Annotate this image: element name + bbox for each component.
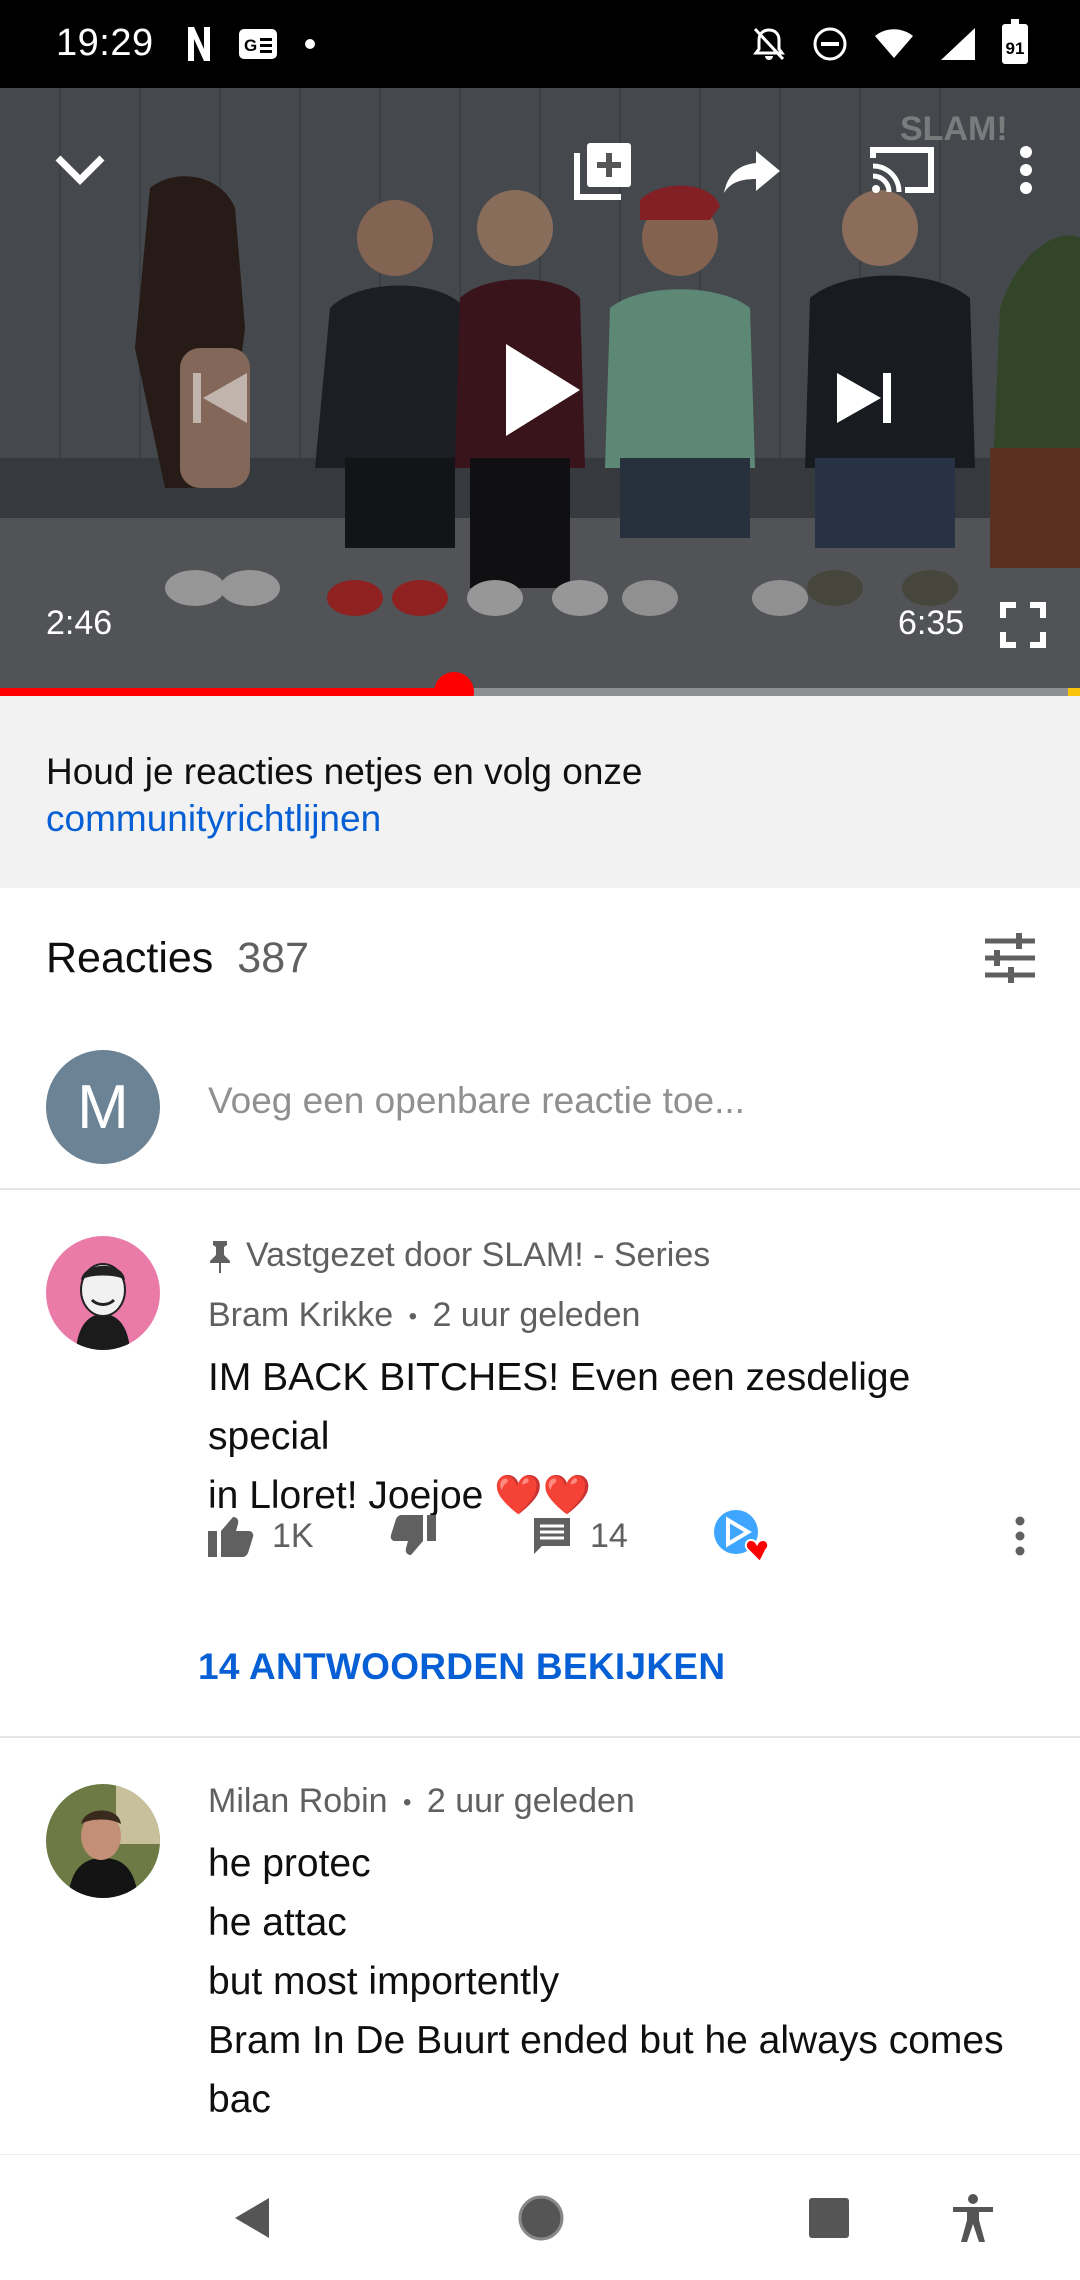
meta-separator: • [402, 1789, 412, 1817]
comments-title: Reacties [46, 933, 214, 982]
avatar[interactable] [46, 1236, 160, 1350]
progress-bar[interactable] [0, 672, 1080, 712]
comments-header: Reacties 387 [46, 930, 309, 986]
comment-line: he attac [208, 1901, 347, 1944]
next-button[interactable] [824, 358, 904, 438]
dot-icon [305, 39, 315, 49]
cast-icon [870, 147, 934, 193]
comment-thread: Vastgezet door SLAM! - Series Bram Krikk… [0, 1190, 1080, 1736]
comment-meta: Milan Robin • 2 uur geleden [208, 1782, 635, 1821]
comment-line: Bram In De Buurt ended but he always com… [208, 2019, 1004, 2062]
comment-time: 2 uur geleden [426, 1782, 635, 1820]
share-icon [724, 151, 780, 193]
more-vert-icon [1015, 1516, 1025, 1556]
bell-off-icon [753, 27, 785, 61]
previous-button[interactable] [180, 358, 260, 438]
comment-line: IM BACK BITCHES! Even een zesdelige spec… [208, 1356, 911, 1458]
community-guidelines-banner: Houd je reacties netjes en volg onze com… [0, 696, 1080, 888]
battery-icon: 91 [1002, 19, 1028, 64]
like-count: 1K [272, 1516, 314, 1555]
home-icon [518, 2195, 564, 2241]
recents-icon [809, 2198, 849, 2238]
comment-author[interactable]: Bram Krikke [208, 1296, 393, 1334]
avatar-image [46, 1784, 160, 1898]
recents-button[interactable] [796, 2185, 862, 2251]
play-icon [506, 344, 580, 436]
comment-line: bac [208, 2078, 271, 2121]
more-options-button[interactable] [1004, 132, 1048, 208]
comment-line: but most importently [208, 1960, 560, 2003]
collapse-button[interactable] [44, 134, 116, 206]
avatar: M [46, 1050, 160, 1164]
accessibility-icon [953, 2194, 993, 2242]
pinned-text: Vastgezet door SLAM! - Series [246, 1236, 711, 1274]
guidelines-text: Houd je reacties netjes en volg onze [46, 751, 643, 792]
guidelines-link[interactable]: communityrichtlijnen [46, 795, 1034, 842]
pin-icon [210, 1240, 230, 1273]
comment-thread: Milan Robin • 2 uur geleden he protec he… [0, 1738, 1080, 2152]
svg-text:G: G [244, 36, 257, 55]
reply-button[interactable]: 14 [532, 1506, 628, 1566]
video-player[interactable]: SLAM! 2:46 6:35 [0, 88, 1080, 696]
add-to-playlist-button[interactable] [566, 132, 642, 208]
progress-marker [1068, 688, 1080, 696]
comment-time: 2 uur geleden [432, 1296, 641, 1334]
comment-actions: 1K 14 [208, 1506, 1038, 1566]
tune-icon [985, 933, 1035, 983]
comment-text: he protec he attac but most importently … [208, 1834, 1038, 2129]
avatar[interactable] [46, 1784, 160, 1898]
pinned-label: Vastgezet door SLAM! - Series [208, 1236, 710, 1275]
thumb-down-icon [390, 1515, 436, 1555]
wifi-icon [875, 29, 913, 58]
dislike-button[interactable] [390, 1506, 436, 1566]
news-icon: G [239, 29, 277, 59]
comment-icon [534, 1518, 570, 1554]
accessibility-button[interactable] [940, 2185, 1006, 2251]
more-vert-icon [1020, 146, 1032, 194]
signal-icon [941, 28, 975, 60]
comment-text: IM BACK BITCHES! Even een zesdelige spec… [208, 1348, 1038, 1525]
progress-played [0, 688, 454, 696]
creator-heart-icon [714, 1510, 770, 1564]
status-bar: 19:29 G 91 [0, 0, 1080, 88]
netflix-icon [188, 27, 210, 61]
add-comment-input[interactable]: Voeg een openbare reactie toe... [208, 1080, 745, 1122]
next-icon [837, 373, 891, 423]
status-right-icons: 91 [752, 19, 1028, 66]
comment-menu-button[interactable] [1002, 1506, 1038, 1566]
add-comment-row[interactable]: M Voeg een openbare reactie toe... [0, 1040, 1080, 1190]
chevron-down-icon [55, 155, 105, 185]
comment-line: he protec [208, 1842, 371, 1885]
comment-author[interactable]: Milan Robin [208, 1782, 388, 1820]
back-icon [235, 2198, 269, 2238]
back-button[interactable] [218, 2185, 284, 2251]
system-navigation-bar [0, 2154, 1080, 2280]
fullscreen-icon [1000, 602, 1046, 648]
battery-level: 91 [1005, 39, 1025, 58]
thumb-up-icon [208, 1517, 254, 1557]
current-time: 2:46 [46, 604, 113, 642]
do-not-disturb-icon [813, 27, 847, 61]
like-button[interactable]: 1K [208, 1506, 314, 1566]
comment-meta: Bram Krikke • 2 uur geleden [208, 1296, 640, 1335]
status-left-icons: G [186, 22, 316, 66]
video-duration: 6:35 [898, 604, 965, 642]
avatar-image [46, 1236, 160, 1350]
meta-separator: • [408, 1303, 417, 1331]
comments-count: 387 [237, 933, 310, 982]
add-to-playlist-icon [574, 143, 631, 200]
cast-button[interactable] [862, 132, 942, 208]
home-button[interactable] [508, 2185, 574, 2251]
reply-count: 14 [590, 1516, 628, 1555]
share-button[interactable] [714, 134, 790, 210]
creator-heart [714, 1506, 776, 1566]
view-replies-button[interactable]: 14 ANTWOORDEN BEKIJKEN [198, 1646, 725, 1688]
play-button[interactable] [488, 328, 598, 452]
previous-icon [193, 373, 247, 423]
status-time: 19:29 [56, 22, 154, 64]
fullscreen-button[interactable] [990, 592, 1056, 658]
sort-comments-button[interactable] [980, 928, 1040, 988]
